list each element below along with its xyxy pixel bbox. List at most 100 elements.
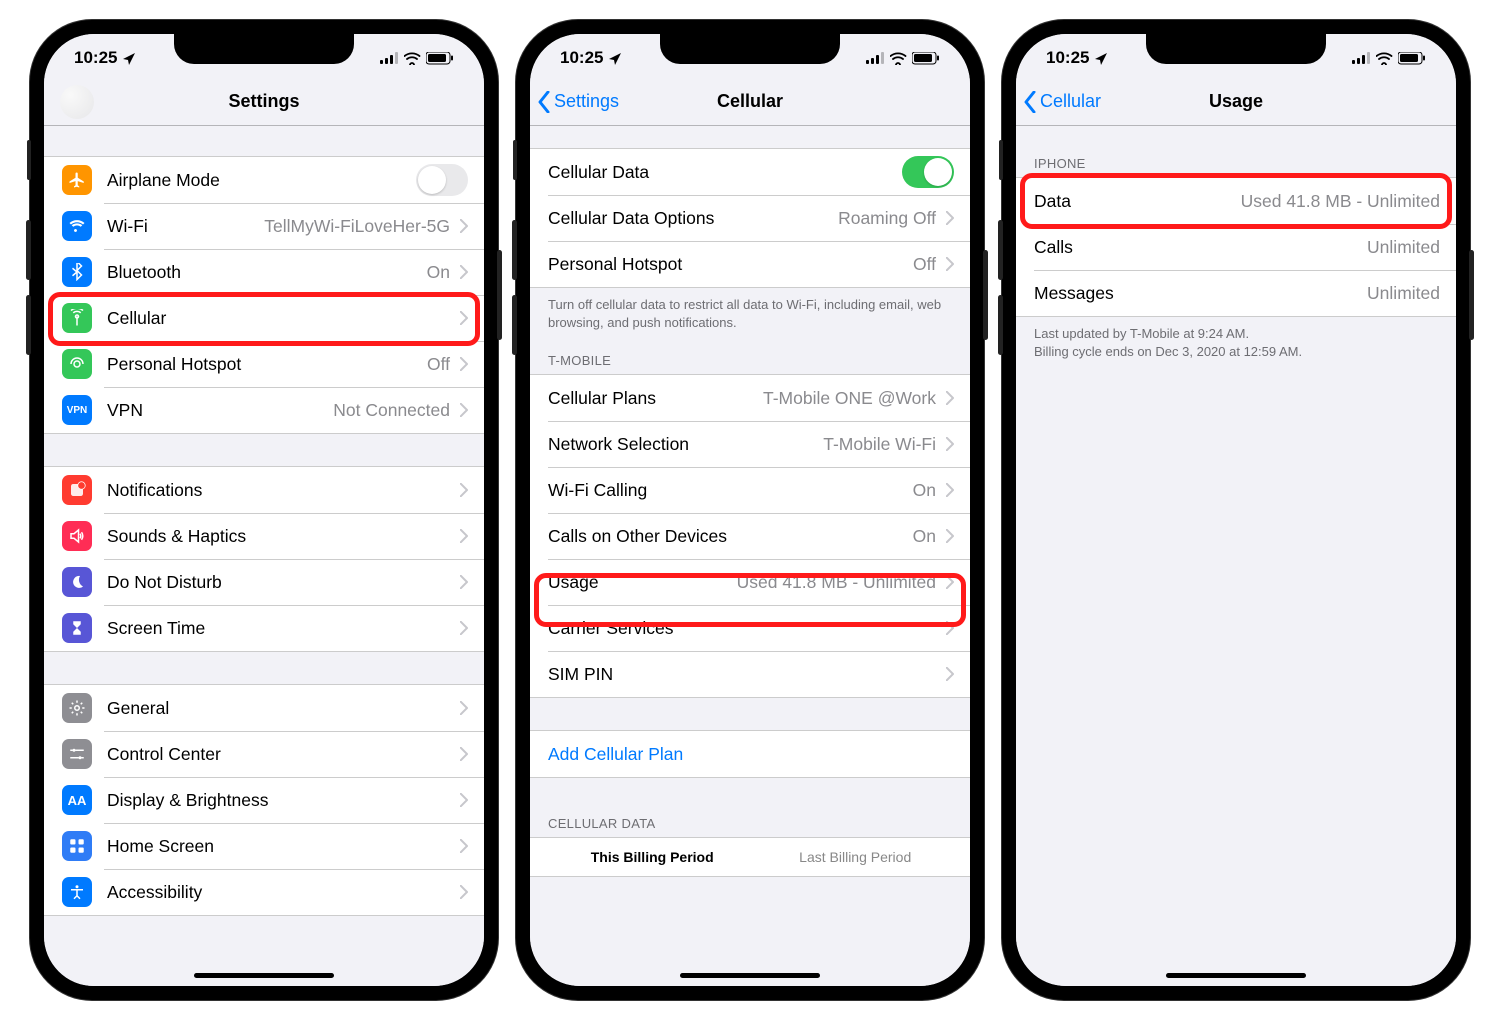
- sounds-icon: [62, 521, 92, 551]
- row-notifications[interactable]: Notifications: [44, 467, 484, 513]
- row-usage[interactable]: Usage Used 41.8 MB - Unlimited: [530, 559, 970, 605]
- back-label: Cellular: [1040, 91, 1101, 112]
- chevron-right-icon: [460, 357, 468, 371]
- home-indicator[interactable]: [680, 973, 820, 978]
- battery-icon: [912, 52, 940, 65]
- row-general[interactable]: General: [44, 685, 484, 731]
- page-title: Cellular: [717, 91, 783, 112]
- row-label: Calls on Other Devices: [548, 526, 727, 547]
- chevron-right-icon: [946, 667, 954, 681]
- billing-period-segment[interactable]: This Billing Period Last Billing Period: [530, 838, 970, 876]
- row-label: VPN: [107, 400, 143, 421]
- back-label: Settings: [554, 91, 619, 112]
- status-time: 10:25: [74, 48, 117, 68]
- chevron-right-icon: [946, 391, 954, 405]
- chevron-right-icon: [946, 257, 954, 271]
- accessibility-icon: [62, 877, 92, 907]
- nav-bar: Settings: [44, 78, 484, 126]
- row-label: Wi-Fi: [107, 216, 148, 237]
- segment-this-period[interactable]: This Billing Period: [591, 849, 714, 865]
- row-airplane-mode[interactable]: Airplane Mode: [44, 157, 484, 203]
- chevron-right-icon: [460, 621, 468, 635]
- location-icon: [121, 51, 135, 65]
- row-usage-calls[interactable]: Calls Unlimited: [1016, 224, 1456, 270]
- group-footer: Last updated by T-Mobile at 9:24 AM. Bil…: [1016, 317, 1456, 368]
- row-personal-hotspot[interactable]: Personal Hotspot Off: [530, 241, 970, 287]
- row-bluetooth[interactable]: Bluetooth On: [44, 249, 484, 295]
- row-accessibility[interactable]: Accessibility: [44, 869, 484, 915]
- row-do-not-disturb[interactable]: Do Not Disturb: [44, 559, 484, 605]
- row-value: Unlimited: [1367, 283, 1440, 304]
- nav-bar: Settings Cellular: [530, 78, 970, 126]
- cellular-data-apps-group: CELLULAR DATA This Billing Period Last B…: [530, 810, 970, 877]
- row-cellular-data-options[interactable]: Cellular Data Options Roaming Off: [530, 195, 970, 241]
- row-label: Cellular Data: [548, 162, 649, 183]
- page-title: Settings: [228, 91, 299, 112]
- row-wifi[interactable]: Wi-Fi TellMyWi-FiLoveHer-5G: [44, 203, 484, 249]
- segment-last-period[interactable]: Last Billing Period: [799, 849, 911, 865]
- row-screen-time[interactable]: Screen Time: [44, 605, 484, 651]
- row-cellular-data[interactable]: Cellular Data: [530, 149, 970, 195]
- row-value: T-Mobile Wi-Fi: [823, 434, 936, 455]
- row-usage-data[interactable]: Data Used 41.8 MB - Unlimited: [1016, 178, 1456, 224]
- row-control-center[interactable]: Control Center: [44, 731, 484, 777]
- group-header: CELLULAR DATA: [530, 810, 970, 837]
- row-display-brightness[interactable]: AA Display & Brightness: [44, 777, 484, 823]
- row-usage-messages[interactable]: Messages Unlimited: [1016, 270, 1456, 316]
- add-plan-group: Add Cellular Plan: [530, 730, 970, 778]
- chevron-right-icon: [946, 437, 954, 451]
- home-indicator[interactable]: [194, 973, 334, 978]
- row-add-cellular-plan[interactable]: Add Cellular Plan: [530, 731, 970, 777]
- notch: [1146, 34, 1326, 64]
- row-label: General: [107, 698, 169, 719]
- general-group: General Control Center AA Display & Brig…: [44, 684, 484, 916]
- sliders-icon: [62, 739, 92, 769]
- wifi-icon: [1376, 52, 1393, 65]
- row-network-selection[interactable]: Network Selection T-Mobile Wi-Fi: [530, 421, 970, 467]
- cellular-data-toggle[interactable]: [902, 156, 954, 188]
- row-cellular-plans[interactable]: Cellular Plans T-Mobile ONE @Work: [530, 375, 970, 421]
- home-indicator[interactable]: [1166, 973, 1306, 978]
- wifi-settings-icon: [62, 211, 92, 241]
- row-vpn[interactable]: VPN VPN Not Connected: [44, 387, 484, 433]
- back-button[interactable]: Settings: [538, 91, 619, 113]
- row-label: SIM PIN: [548, 664, 613, 685]
- row-sim-pin[interactable]: SIM PIN: [530, 651, 970, 697]
- phone-settings: 10:25 Settings Airplane Mode: [30, 20, 498, 1000]
- back-button[interactable]: Cellular: [1024, 91, 1101, 113]
- row-personal-hotspot[interactable]: Personal Hotspot Off: [44, 341, 484, 387]
- airplane-toggle[interactable]: [416, 164, 468, 196]
- row-value: T-Mobile ONE @Work: [763, 388, 936, 409]
- chevron-right-icon: [460, 219, 468, 233]
- row-sounds-haptics[interactable]: Sounds & Haptics: [44, 513, 484, 559]
- row-home-screen[interactable]: Home Screen: [44, 823, 484, 869]
- row-carrier-services[interactable]: Carrier Services: [530, 605, 970, 651]
- row-calls-other-devices[interactable]: Calls on Other Devices On: [530, 513, 970, 559]
- row-wifi-calling[interactable]: Wi-Fi Calling On: [530, 467, 970, 513]
- battery-icon: [426, 52, 454, 65]
- row-cellular[interactable]: Cellular: [44, 295, 484, 341]
- row-value: Roaming Off: [838, 208, 936, 229]
- chevron-right-icon: [946, 529, 954, 543]
- hourglass-icon: [62, 613, 92, 643]
- chevron-right-icon: [460, 311, 468, 325]
- row-label: Cellular Data Options: [548, 208, 714, 229]
- chevron-right-icon: [460, 529, 468, 543]
- group-header: T-MOBILE: [530, 347, 970, 374]
- row-label: Cellular: [107, 308, 166, 329]
- row-label: Do Not Disturb: [107, 572, 222, 593]
- location-icon: [607, 51, 621, 65]
- row-value: Not Connected: [333, 400, 450, 421]
- battery-icon: [1398, 52, 1426, 65]
- row-value: Used 41.8 MB - Unlimited: [1241, 191, 1440, 212]
- row-value: Off: [427, 354, 450, 375]
- status-time: 10:25: [560, 48, 603, 68]
- cell-signal-icon: [380, 52, 399, 64]
- profile-avatar[interactable]: [60, 85, 94, 119]
- row-label: Add Cellular Plan: [548, 744, 683, 765]
- row-label: Messages: [1034, 283, 1114, 304]
- wifi-icon: [404, 52, 421, 65]
- notch: [660, 34, 840, 64]
- chevron-right-icon: [946, 621, 954, 635]
- chevron-right-icon: [946, 575, 954, 589]
